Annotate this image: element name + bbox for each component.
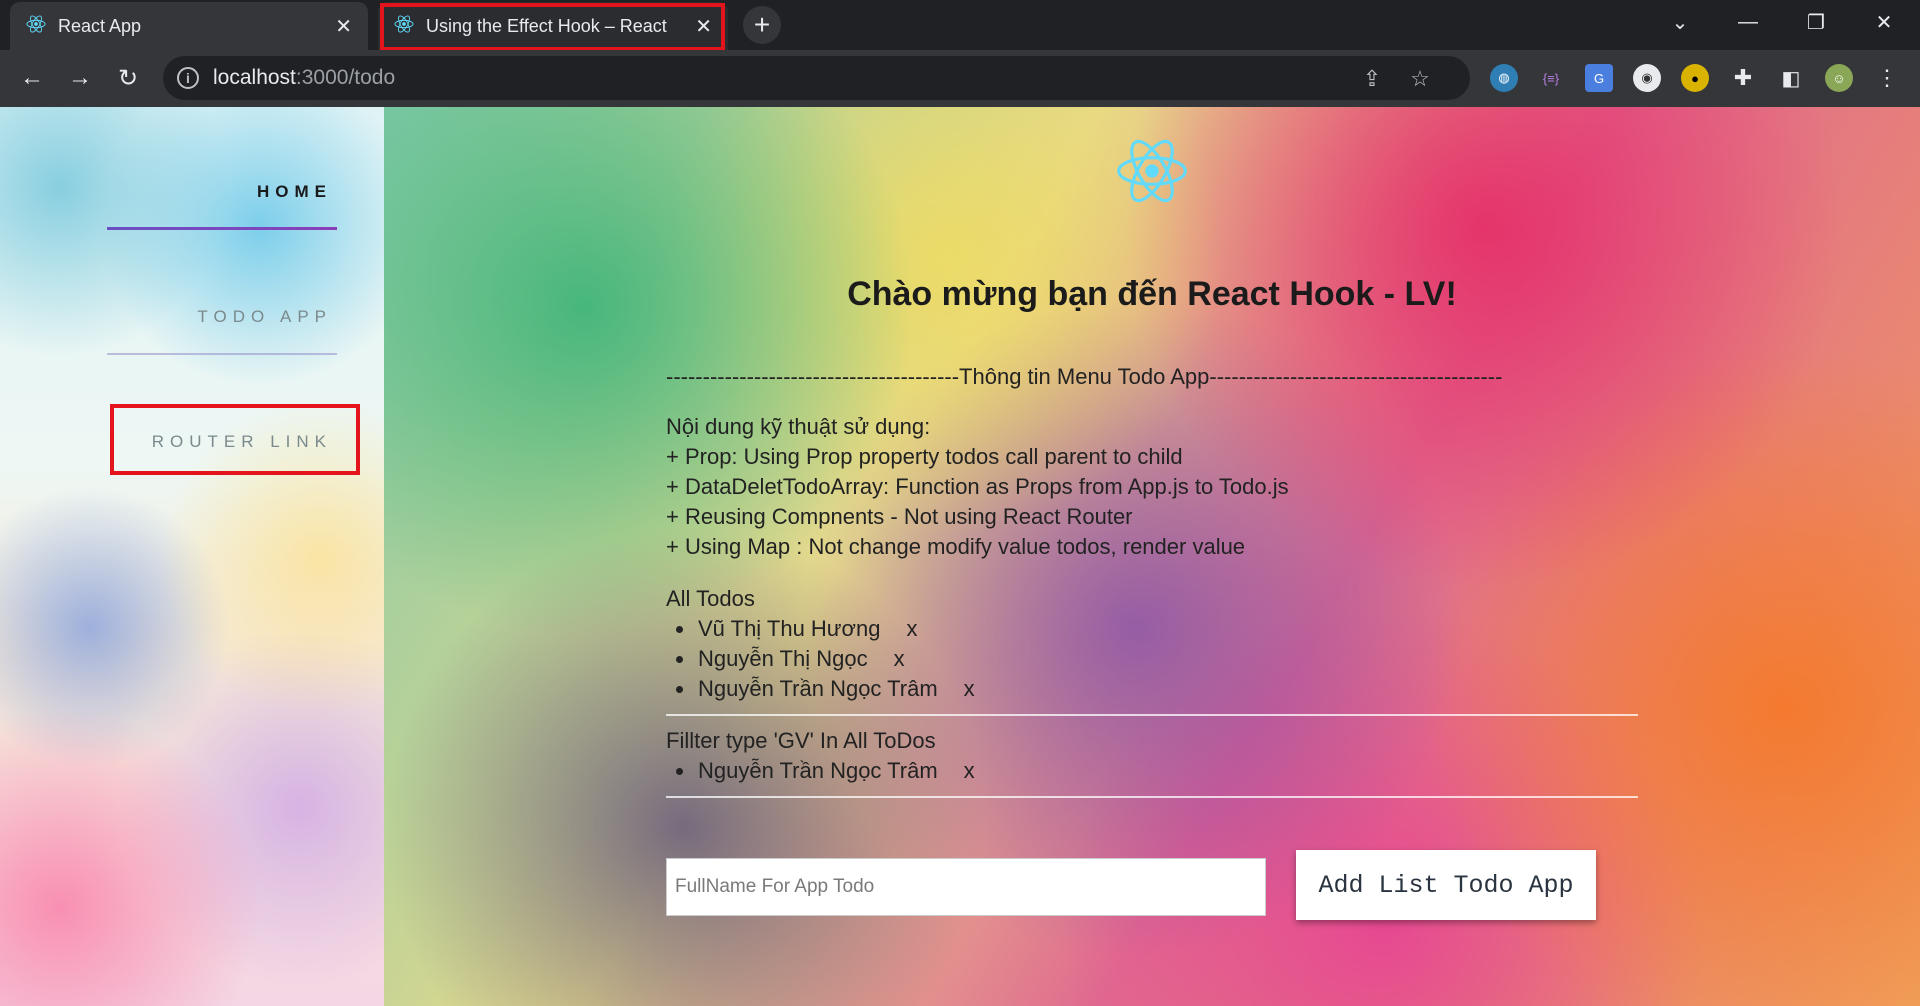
page-title: Chào mừng bạn đến React Hook - LV! [847, 275, 1457, 313]
share-icon[interactable]: ⇪ [1359, 66, 1385, 92]
filtered-todos-list: Nguyễn Trần Ngọc Trâm x [666, 756, 1638, 786]
filter-title: Fillter type 'GV' In All ToDos [666, 728, 936, 753]
description-line: + Using Map : Not change modify value to… [666, 534, 1246, 559]
browser-toolbar: ← → ↻ i localhost:3000/todo ⇪ ☆ ◍ {≡} G … [0, 50, 1920, 107]
reload-icon[interactable]: ↻ [110, 60, 146, 96]
react-favicon-icon [26, 14, 46, 39]
divider [666, 714, 1638, 716]
eye-extension-icon[interactable]: ◉ [1633, 64, 1661, 92]
nav-link-todo-app[interactable]: TODO APP [197, 307, 332, 327]
page-viewport: HOME TODO APP ROUTER LINK Chào mừng bạn … [0, 107, 1920, 1006]
url-text[interactable]: localhost:3000/todo [213, 66, 395, 90]
back-icon[interactable]: ← [14, 60, 50, 96]
sidebar: HOME TODO APP ROUTER LINK [0, 107, 384, 1006]
add-todo-button[interactable]: Add List Todo App [1296, 850, 1596, 920]
nav-link-home[interactable]: HOME [257, 182, 332, 202]
extensions-puzzle-icon[interactable]: ✚ [1729, 64, 1757, 92]
description-line: + Reusing Compnents - Not using React Ro… [666, 504, 1133, 529]
all-todos-list: Vũ Thị Thu Hương x Nguyễn Thị Ngọc x Nguyễ… [666, 614, 1638, 704]
fullname-input[interactable] [666, 858, 1266, 916]
menu-title: ----------------------------------------… [666, 364, 1503, 389]
all-todos-title: All Todos [666, 586, 755, 611]
address-bar[interactable]: i localhost:3000/todo ⇪ ☆ [163, 56, 1470, 100]
list-item: Vũ Thị Thu Hương x [696, 614, 1638, 644]
nav-underline-todo [107, 353, 337, 355]
list-item: Nguyễn Trần Ngọc Trâm x [696, 674, 1638, 704]
react-logo-icon [1117, 139, 1187, 203]
divider [666, 796, 1638, 798]
todo-content: ----------------------------------------… [666, 362, 1638, 808]
new-tab-button[interactable]: + [743, 6, 781, 44]
main-content: Chào mừng bạn đến React Hook - LV! -----… [384, 107, 1920, 1006]
tab-title: React App [58, 15, 142, 36]
tab-search-icon[interactable]: ⌄ [1650, 0, 1710, 44]
description-line: + DataDeletTodoArray: Function as Props … [666, 474, 1289, 499]
delete-button[interactable]: x [964, 676, 975, 701]
list-item: Nguyễn Trần Ngọc Trâm x [696, 756, 1638, 786]
globe-extension-icon[interactable]: ◍ [1490, 64, 1518, 92]
delete-button[interactable]: x [906, 616, 917, 641]
description-title: Nội dung kỹ thuật sử dụng: [666, 414, 931, 439]
description-line: + Prop: Using Prop property todos call p… [666, 444, 1183, 469]
list-item: Nguyễn Thị Ngọc x [696, 644, 1638, 674]
forward-icon[interactable]: → [62, 60, 98, 96]
todo-name: Nguyễn Trần Ngọc Trâm [698, 676, 938, 701]
highlight-box [110, 404, 360, 475]
tab-bar: React App ✕ Using the Effect Hook – Reac… [0, 0, 1920, 51]
todo-name: Vũ Thị Thu Hương [698, 616, 881, 641]
react-favicon-icon [394, 14, 414, 39]
profile-avatar[interactable]: ☺ [1825, 64, 1853, 92]
restore-icon[interactable]: ❐ [1786, 0, 1846, 44]
todo-name: Nguyễn Trần Ngọc Trâm [698, 758, 938, 783]
close-icon[interactable]: ✕ [335, 14, 352, 39]
tab-title: Using the Effect Hook – React [426, 15, 667, 36]
delete-button[interactable]: x [894, 646, 905, 671]
bookmark-star-icon[interactable]: ☆ [1407, 66, 1433, 92]
dark-mode-extension-icon[interactable]: ● [1681, 64, 1709, 92]
side-panel-icon[interactable]: ◧ [1777, 64, 1805, 92]
todo-name: Nguyễn Thị Ngọc [698, 646, 868, 671]
close-icon[interactable]: ✕ [695, 14, 712, 39]
delete-button[interactable]: x [964, 758, 975, 783]
menu-kebab-icon[interactable]: ⋮ [1873, 64, 1901, 92]
window-close-icon[interactable]: ✕ [1854, 0, 1914, 44]
tab-effect-hook[interactable]: Using the Effect Hook – React ✕ [378, 2, 728, 50]
json-extension-icon[interactable]: {≡} [1537, 64, 1565, 92]
nav-underline-home [107, 227, 337, 230]
minimize-icon[interactable]: — [1718, 0, 1778, 44]
tab-react-app[interactable]: React App ✕ [10, 2, 368, 50]
site-info-icon[interactable]: i [177, 67, 199, 89]
translate-extension-icon[interactable]: G [1585, 64, 1613, 92]
description-block: Nội dung kỹ thuật sử dụng: + Prop: Using… [666, 412, 1638, 562]
